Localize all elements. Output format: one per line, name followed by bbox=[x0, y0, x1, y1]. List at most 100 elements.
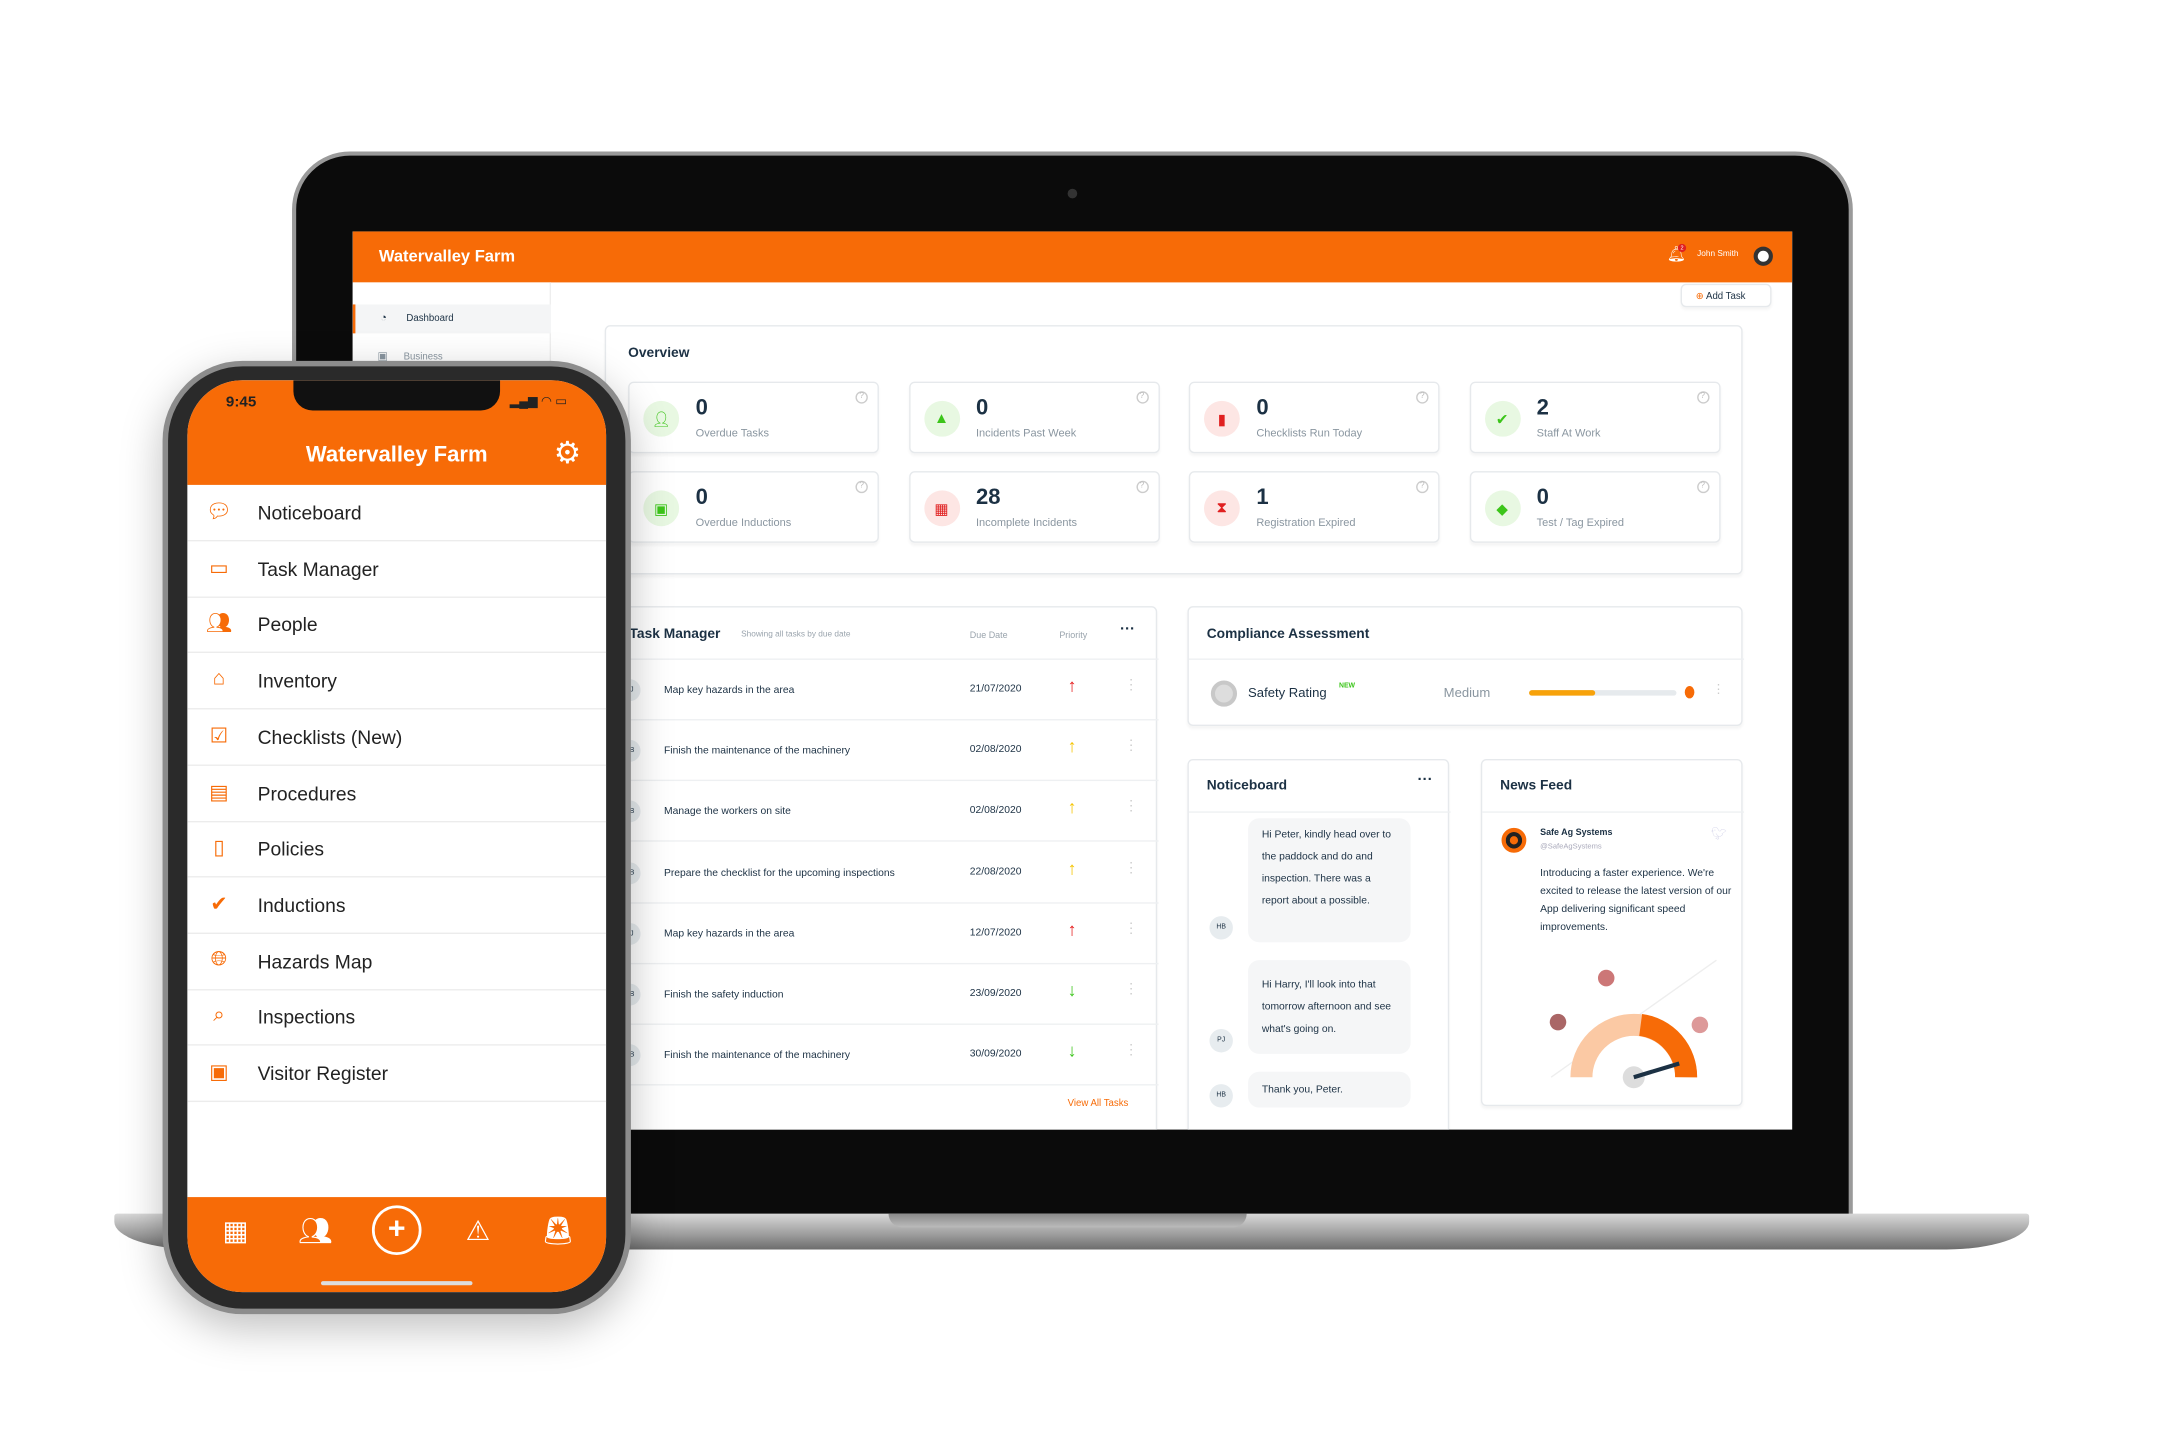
help-icon[interactable]: ? bbox=[1416, 391, 1429, 404]
news-author[interactable]: Safe Ag Systems bbox=[1540, 828, 1612, 838]
user-name[interactable]: John Smith bbox=[1697, 251, 1738, 259]
table-row[interactable]: HB Manage the workers on site 02/08/2020… bbox=[607, 782, 1159, 843]
stat-label: Incidents Past Week bbox=[975, 427, 1077, 440]
status-time: 9:45 bbox=[225, 393, 257, 411]
menu-item[interactable]: ▣ Visitor Register bbox=[187, 1046, 607, 1103]
message: Thank you, Peter. bbox=[1248, 1071, 1411, 1108]
stat-card[interactable]: ▮ 0 Checklists Run Today ? bbox=[1188, 381, 1440, 454]
team-icon[interactable]: 👥︎ bbox=[292, 1214, 339, 1250]
task-name[interactable]: Manage the workers on site bbox=[664, 805, 791, 817]
stat-card[interactable]: ▦ 28 Incomplete Incidents ? bbox=[908, 471, 1160, 543]
overview-card: Overview 👤︎ 0 Overdue Tasks ? ▲ 0 Incide… bbox=[604, 325, 1743, 575]
stat-value: 0 bbox=[1256, 396, 1269, 421]
avatar: HB bbox=[1209, 916, 1233, 940]
menu-item[interactable]: ▤ Procedures bbox=[187, 765, 607, 822]
menu-item-label: Hazards Map bbox=[257, 949, 373, 972]
table-row[interactable]: HB Finish the maintenance of the machine… bbox=[607, 1025, 1159, 1086]
stat-card[interactable]: ▲ 0 Incidents Past Week ? bbox=[908, 381, 1160, 454]
table-row[interactable]: HB Finish the maintenance of the machine… bbox=[607, 721, 1159, 782]
contact-card-icon: ▣ bbox=[209, 1060, 229, 1085]
kebab-icon[interactable]: ⋮ bbox=[1124, 800, 1138, 815]
dashboard-icon: ◔ bbox=[380, 311, 387, 324]
task-manager-title: Task Manager bbox=[629, 626, 721, 642]
menu-item[interactable]: 👥︎ People bbox=[187, 597, 607, 654]
task-name[interactable]: Finish the maintenance of the machinery bbox=[664, 1049, 850, 1061]
add-task-button[interactable]: ⊕ Add Task bbox=[1680, 283, 1772, 308]
noticeboard-title: Noticeboard bbox=[1206, 778, 1288, 794]
menu-item[interactable]: ▯ Policies bbox=[187, 821, 607, 878]
add-icon[interactable]: + bbox=[371, 1205, 422, 1255]
menu-item[interactable]: ▭ Task Manager bbox=[187, 541, 607, 598]
help-icon[interactable]: ? bbox=[1696, 480, 1709, 494]
kebab-icon[interactable]: ⋮ bbox=[1124, 739, 1138, 754]
help-icon[interactable]: ? bbox=[1696, 391, 1709, 404]
help-icon[interactable]: ? bbox=[1135, 480, 1149, 494]
menu-item[interactable]: ⌕ Inspections bbox=[187, 989, 607, 1046]
warning-icon[interactable]: ⚠ bbox=[455, 1214, 502, 1250]
table-row[interactable]: HB Finish the safety induction 23/09/202… bbox=[607, 964, 1159, 1025]
kebab-icon[interactable]: ⋮ bbox=[1124, 678, 1138, 693]
message: Hi Harry, I'll look into that tomorrow a… bbox=[1248, 960, 1411, 1054]
task-name[interactable]: Finish the maintenance of the machinery bbox=[664, 744, 850, 756]
kebab-icon[interactable]: ⋮ bbox=[1124, 860, 1138, 875]
clipboard-icon: ▮ bbox=[1203, 400, 1240, 437]
task-name[interactable]: Map key hazards in the area bbox=[664, 927, 794, 939]
task-name[interactable]: Map key hazards in the area bbox=[664, 683, 794, 695]
compliance-card: Compliance Assessment Safety Rating NEW … bbox=[1187, 606, 1744, 726]
news-handle: @SafeAgSystems bbox=[1540, 843, 1602, 852]
briefcase-clock-icon: ▣ bbox=[643, 490, 680, 527]
user-check-icon: ✔ bbox=[1484, 400, 1521, 437]
menu-item[interactable]: 🌐︎ Hazards Map bbox=[187, 933, 607, 990]
more-icon[interactable]: ··· bbox=[1417, 771, 1432, 788]
checklist-icon: ☑ bbox=[209, 724, 229, 748]
kebab-icon[interactable]: ⋮ bbox=[1124, 921, 1138, 936]
menu-item[interactable]: 💬︎ Noticeboard bbox=[187, 485, 607, 542]
due-date-header[interactable]: Due Date bbox=[970, 631, 1008, 641]
top-bar: Watervalley Farm 🔔︎ 2 John Smith bbox=[352, 231, 1793, 283]
priority-arrow-icon: ↑ bbox=[1067, 674, 1077, 696]
priority-header[interactable]: Priority bbox=[1059, 631, 1087, 641]
stat-label: Test / Tag Expired bbox=[1536, 516, 1625, 529]
globe-warning-icon: 🌐︎ bbox=[210, 947, 228, 971]
table-row[interactable]: PJ Map key hazards in the area 12/07/202… bbox=[607, 903, 1159, 965]
sidebar-item-dashboard[interactable]: ◔ Dashboard bbox=[352, 304, 552, 334]
help-icon[interactable]: ? bbox=[855, 391, 868, 404]
stat-label: Incomplete Incidents bbox=[975, 516, 1078, 529]
stat-card[interactable]: ▣ 0 Overdue Inductions ? bbox=[628, 471, 879, 543]
help-icon[interactable]: ? bbox=[855, 480, 868, 494]
stat-label: Overdue Inductions bbox=[695, 516, 792, 529]
stat-card[interactable]: ⧗ 1 Registration Expired ? bbox=[1188, 471, 1440, 543]
task-name[interactable]: Finish the safety induction bbox=[664, 988, 783, 1000]
divider bbox=[1188, 658, 1744, 660]
people-icon: 👥︎ bbox=[205, 612, 233, 636]
stat-card[interactable]: 👤︎ 0 Overdue Tasks ? bbox=[628, 381, 879, 454]
help-icon[interactable]: ? bbox=[1135, 391, 1149, 404]
menu-item[interactable]: ⌂ Inventory bbox=[187, 653, 607, 710]
twitter-icon[interactable]: 🐦︎ bbox=[1711, 827, 1727, 842]
home-indicator[interactable] bbox=[320, 1281, 473, 1286]
gear-icon[interactable]: ⚙ bbox=[554, 435, 581, 471]
noticeboard-card: Noticeboard ··· Hi Peter, kindly head ov… bbox=[1187, 759, 1451, 1130]
table-row[interactable]: PJ Map key hazards in the area 21/07/202… bbox=[607, 660, 1159, 721]
overview-title: Overview bbox=[628, 345, 690, 361]
kebab-icon[interactable]: ⋮ bbox=[1124, 982, 1138, 997]
mobile-title: Watervalley Farm bbox=[305, 443, 488, 467]
menu-item-label: Task Manager bbox=[257, 557, 379, 580]
more-icon[interactable]: ··· bbox=[1120, 621, 1135, 638]
qr-code-icon[interactable]: ▦ bbox=[212, 1214, 259, 1250]
kebab-icon[interactable]: ⋮ bbox=[1124, 1043, 1138, 1058]
kebab-icon[interactable]: ⋮ bbox=[1712, 682, 1724, 697]
siren-icon[interactable]: 🚨︎ bbox=[534, 1214, 581, 1250]
view-all-tasks-link[interactable]: View All Tasks bbox=[1068, 1099, 1129, 1109]
stat-value: 0 bbox=[695, 396, 708, 421]
menu-item[interactable]: ✔ Inductions bbox=[187, 877, 607, 934]
stat-card[interactable]: ◆ 0 Test / Tag Expired ? bbox=[1469, 471, 1720, 543]
avatar[interactable] bbox=[1753, 246, 1773, 266]
stat-card[interactable]: ✔ 2 Staff At Work ? bbox=[1469, 381, 1720, 454]
help-icon[interactable]: ? bbox=[1416, 480, 1429, 494]
menu-item-label: Inductions bbox=[257, 893, 346, 916]
due-date: 22/08/2020 bbox=[969, 864, 1022, 877]
table-row[interactable]: HB Prepare the checklist for the upcomin… bbox=[607, 843, 1159, 904]
task-name[interactable]: Prepare the checklist for the upcoming i… bbox=[664, 866, 895, 878]
menu-item[interactable]: ☑ Checklists (New) bbox=[187, 709, 607, 766]
